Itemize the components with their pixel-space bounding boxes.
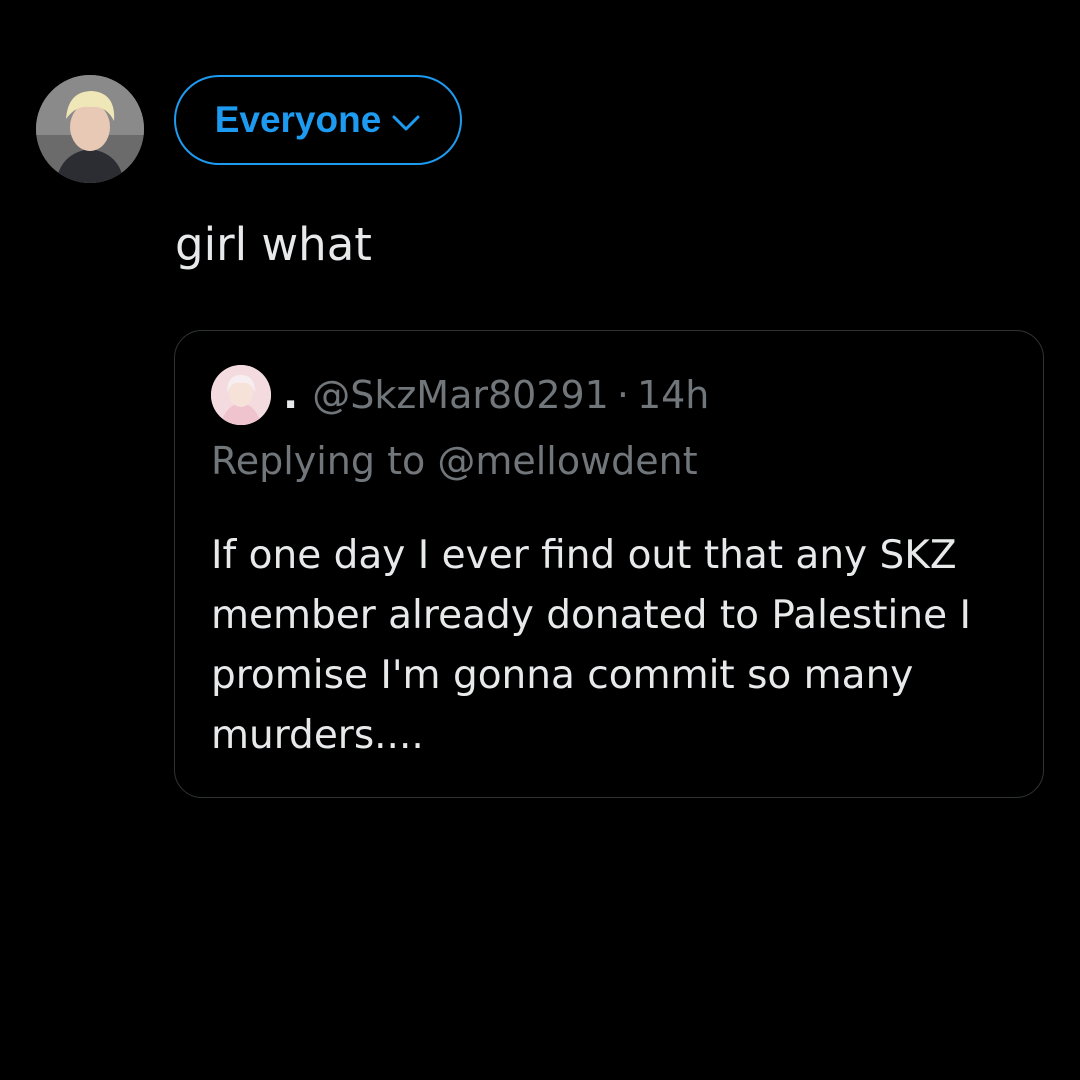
quoted-tweet-body: If one day I ever find out that any SKZ … <box>211 526 1021 766</box>
quoted-tweet-header: . @SkzMar80291 · 14h <box>211 365 709 425</box>
quoted-body-line: member already donated to Palestine I <box>211 593 971 638</box>
replying-to-mention[interactable]: @mellowdent <box>437 439 697 483</box>
quoted-tweet-card[interactable]: . @SkzMar80291 · 14h Replying to @mellow… <box>174 330 1044 798</box>
quoted-body-line: If one day I ever find out that any SKZ <box>211 533 957 578</box>
header-separator: · <box>616 373 629 417</box>
replying-to-line: Replying to @mellowdent <box>211 433 698 489</box>
avatar-photo-icon <box>211 365 271 425</box>
quoted-author-handle[interactable]: @SkzMar80291 <box>312 373 609 417</box>
audience-selector-button[interactable]: Everyone <box>174 75 462 165</box>
quoted-author-avatar <box>211 365 271 425</box>
quoted-body-line: murders.... <box>211 713 424 758</box>
quoted-author-name[interactable]: . <box>283 372 298 418</box>
composer-avatar[interactable] <box>36 75 144 183</box>
replying-prefix: Replying to <box>211 439 438 483</box>
quoted-tweet-timestamp[interactable]: 14h <box>637 373 709 417</box>
avatar-photo-icon <box>36 75 144 183</box>
chevron-down-icon <box>391 113 421 133</box>
quoted-body-line: promise I'm gonna commit so many <box>211 653 914 698</box>
audience-label: Everyone <box>214 99 382 140</box>
tweet-text-input[interactable]: girl what <box>175 215 372 275</box>
